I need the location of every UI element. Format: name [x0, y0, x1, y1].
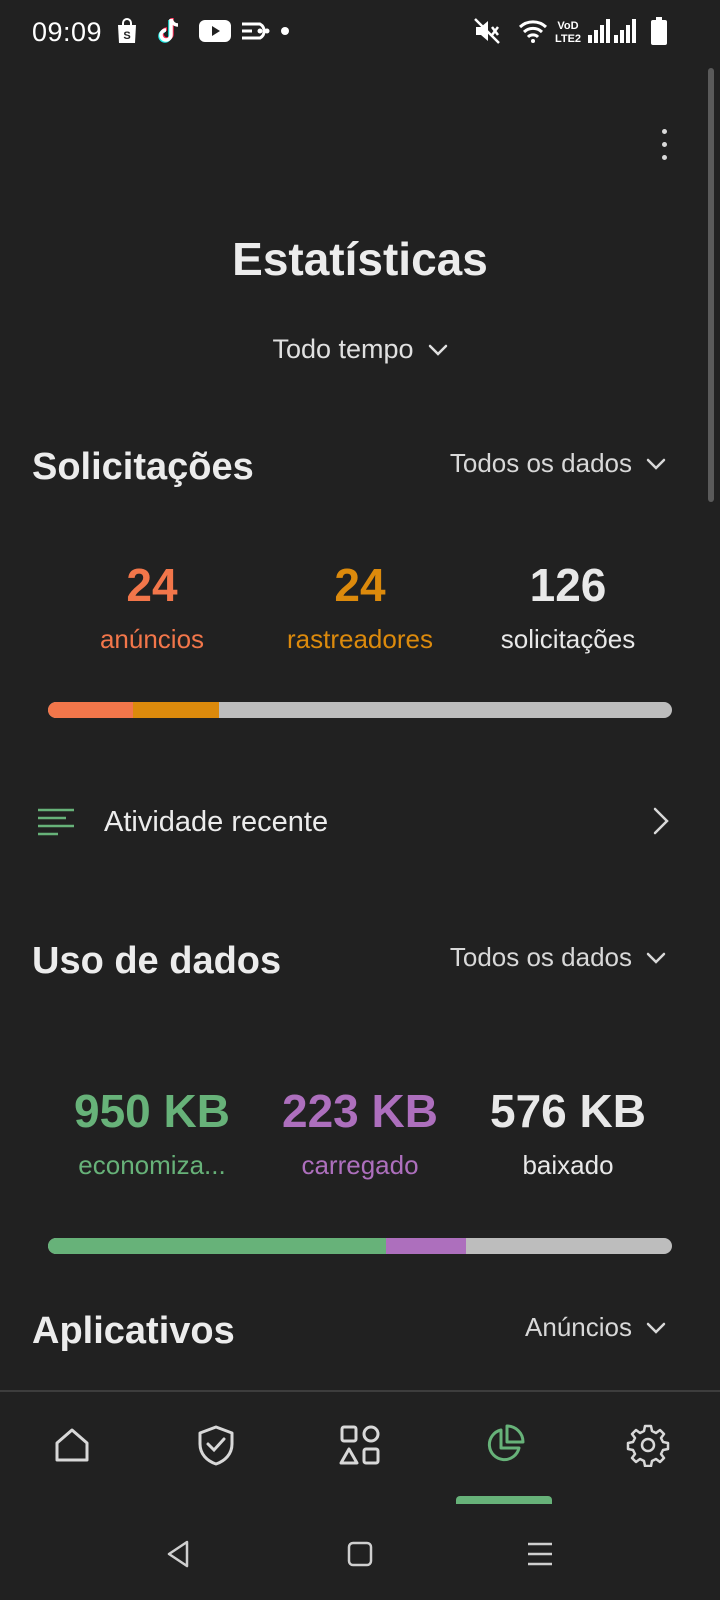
requests-section-title: Solicitações — [32, 446, 254, 488]
chevron-down-icon — [428, 344, 447, 356]
trackers-bar-segment — [133, 702, 219, 718]
downloaded-label: baixado — [522, 1150, 614, 1180]
page-title: Estatísticas — [232, 233, 488, 285]
requests-count: 126 — [529, 559, 607, 611]
saved-stat: 950 KB economiza... — [52, 1084, 252, 1181]
dot-icon — [661, 128, 667, 134]
data-usage-progress-bar — [48, 1238, 672, 1254]
nav-home[interactable] — [22, 1410, 122, 1480]
trackers-stat: 24 rastreadores — [260, 558, 460, 655]
mute-icon — [472, 16, 502, 46]
apps-filter-dropdown[interactable]: Anúncios — [525, 1312, 666, 1343]
list-icon — [38, 808, 74, 836]
chevron-down-icon — [646, 1322, 666, 1334]
signal-icon — [614, 16, 636, 46]
uploaded-amount: 223 KB — [282, 1085, 438, 1137]
system-recents-button[interactable] — [510, 1532, 570, 1576]
system-back-button[interactable] — [148, 1532, 208, 1576]
active-tab-indicator — [456, 1496, 552, 1504]
nav-statistics[interactable] — [454, 1410, 554, 1480]
time-filter-dropdown[interactable]: Todo tempo — [0, 334, 720, 365]
apps-section-title: Aplicativos — [32, 1310, 235, 1352]
youtube-icon — [198, 16, 232, 46]
tiktok-icon — [156, 16, 184, 46]
svg-text:LTE2: LTE2 — [555, 33, 581, 45]
data-usage-filter-label: Todos os dados — [449, 942, 632, 972]
shopping-bag-icon: S — [114, 16, 140, 46]
data-usage-section-title: Uso de dados — [32, 940, 282, 982]
trackers-count: 24 — [334, 559, 386, 611]
home-square-icon — [347, 1541, 373, 1567]
saved-label: economiza... — [78, 1150, 226, 1180]
dot-icon — [280, 16, 290, 46]
dot-icon — [661, 154, 667, 160]
ads-count: 24 — [126, 559, 178, 611]
requests-stat: 126 solicitações — [468, 558, 668, 655]
downloaded-amount: 576 KB — [490, 1085, 646, 1137]
settings-gear-icon — [626, 1424, 670, 1467]
system-navigation-bar — [0, 1508, 720, 1600]
trackers-label: rastreadores — [287, 624, 433, 654]
chevron-down-icon — [646, 952, 666, 964]
bottom-navigation — [0, 1392, 720, 1502]
wifi-icon — [518, 16, 548, 46]
requests-filter-label: Todos os dados — [449, 448, 632, 478]
svg-text:VoD: VoD — [557, 20, 578, 32]
saved-amount: 950 KB — [74, 1085, 230, 1137]
ads-stat: 24 anúncios — [52, 558, 252, 655]
recent-activity-row[interactable]: Atividade recente — [0, 776, 720, 868]
apps-filter-label: Anúncios — [525, 1312, 632, 1342]
nav-settings[interactable] — [598, 1410, 698, 1480]
voicemail-icon — [240, 16, 274, 46]
dot-icon — [661, 141, 667, 147]
recent-activity-label: Atividade recente — [104, 806, 329, 838]
requests-progress-bar — [48, 702, 672, 718]
overflow-menu-button[interactable] — [640, 116, 688, 172]
nav-apps[interactable] — [310, 1410, 410, 1480]
data-usage-filter-dropdown[interactable]: Todos os dados — [450, 942, 666, 973]
uploaded-label: carregado — [301, 1150, 419, 1180]
apps-grid-icon — [339, 1425, 380, 1465]
signal-icon — [588, 16, 610, 46]
downloaded-stat: 576 KB baixado — [468, 1084, 668, 1181]
requests-filter-dropdown[interactable]: Todos os dados — [450, 448, 666, 479]
volte-icon: VoD LTE2 — [552, 16, 584, 46]
ads-bar-segment — [48, 702, 134, 718]
requests-label: solicitações — [500, 624, 636, 654]
status-time: 09:09 — [32, 17, 103, 47]
back-icon — [167, 1540, 189, 1568]
recents-menu-icon — [528, 1542, 552, 1566]
chevron-right-icon — [653, 807, 669, 835]
time-filter-label: Todo tempo — [272, 334, 414, 364]
home-icon — [55, 1428, 89, 1462]
nav-protection[interactable] — [166, 1410, 266, 1480]
status-bar: 09:09 S VoD LTE2 — [0, 0, 720, 64]
battery-icon — [650, 16, 668, 46]
saved-bar-segment — [48, 1238, 387, 1254]
pie-chart-icon — [487, 1424, 525, 1462]
system-home-button[interactable] — [330, 1532, 390, 1576]
uploaded-stat: 223 KB carregado — [260, 1084, 460, 1181]
shield-check-icon — [198, 1425, 234, 1466]
chevron-down-icon — [646, 458, 666, 470]
uploaded-bar-segment — [386, 1238, 467, 1254]
svg-text:S: S — [123, 30, 130, 42]
ads-label: anúncios — [99, 624, 205, 654]
